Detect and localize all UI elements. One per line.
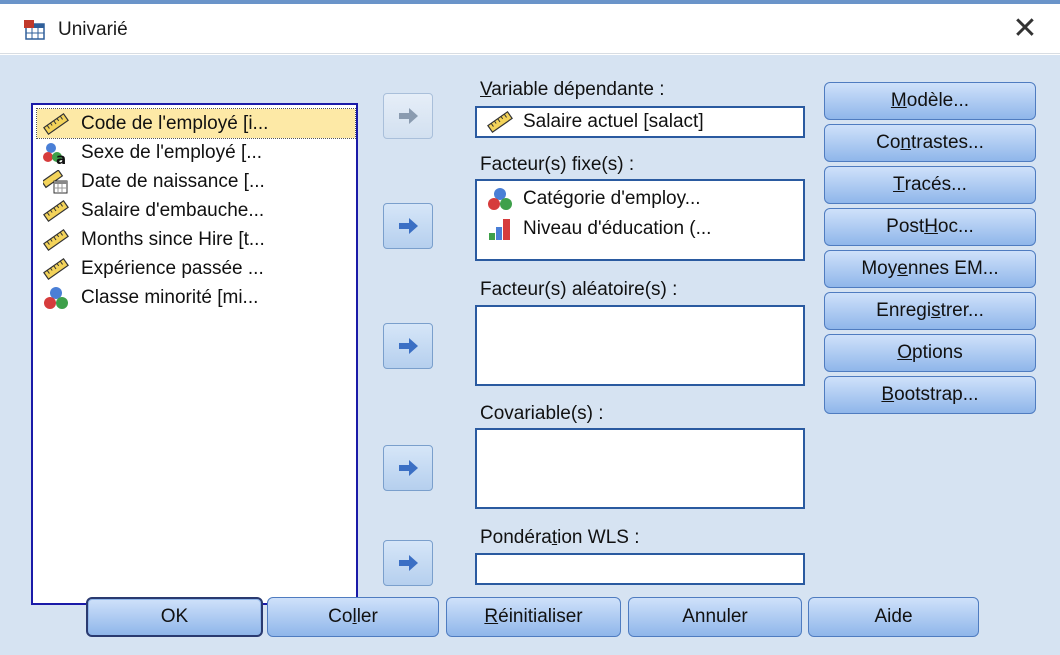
- list-item[interactable]: Code de l'employé [i...: [36, 108, 356, 139]
- list-item[interactable]: Expérience passée ...: [37, 254, 355, 283]
- dependent-variable-field[interactable]: Salaire actuel [salact]: [475, 106, 805, 138]
- dialog-app-icon: [24, 20, 45, 40]
- variable-label: Salaire d'embauche...: [81, 199, 265, 221]
- scale-ruler-icon: [43, 199, 69, 222]
- arrow-right-icon: [399, 555, 418, 571]
- dependent-variable-value: Salaire actuel [salact]: [523, 111, 704, 132]
- scale-ruler-icon: [487, 111, 513, 133]
- variable-label: Months since Hire [t...: [81, 228, 265, 250]
- dialog-title: Univarié: [58, 19, 128, 40]
- list-item[interactable]: Salaire d'embauche...: [37, 196, 355, 225]
- post-hoc-button[interactable]: Post Hoc...: [824, 208, 1036, 246]
- list-item[interactable]: Months since Hire [t...: [37, 225, 355, 254]
- title-bar[interactable]: Univarié ✕: [0, 4, 1060, 54]
- scale-ruler-icon: [43, 257, 69, 280]
- move-to-wls-button[interactable]: [383, 540, 433, 586]
- list-item[interactable]: Date de naissance [...: [37, 167, 355, 196]
- reset-button[interactable]: Réinitialiser: [446, 597, 621, 637]
- source-variable-list[interactable]: Code de l'employé [i... a Sexe de l'empl…: [31, 103, 358, 605]
- list-item[interactable]: Catégorie d'employ...: [483, 185, 701, 213]
- covariates-label: Covariable(s) :: [480, 403, 604, 424]
- em-means-button[interactable]: Moy e nnes EM...: [824, 250, 1036, 288]
- variable-label: Classe minorité [mi...: [81, 286, 259, 308]
- arrow-right-icon: [399, 108, 418, 124]
- factor-label: Niveau d'éducation (...: [523, 218, 712, 239]
- nominal-string-icon: a: [43, 142, 66, 165]
- plots-button[interactable]: Tracés...: [824, 166, 1036, 204]
- move-to-covariates-button[interactable]: [383, 445, 433, 491]
- random-factors-list[interactable]: [475, 305, 805, 386]
- factor-label: Catégorie d'employ...: [523, 188, 701, 209]
- fixed-factors-label: Facteur(s) fixe(s) :: [480, 154, 635, 175]
- svg-text:a: a: [56, 150, 66, 165]
- dialog-body: Code de l'employé [i... a Sexe de l'empl…: [0, 55, 1060, 655]
- variable-label: Date de naissance [...: [81, 170, 265, 192]
- covariates-list[interactable]: [475, 428, 805, 509]
- variable-label: Sexe de l'employé [...: [81, 141, 263, 163]
- move-to-fixed-factors-button[interactable]: [383, 203, 433, 249]
- wls-weight-label: Pondération WLS :: [480, 527, 640, 548]
- close-icon[interactable]: ✕: [1009, 13, 1041, 45]
- variable-label: Expérience passée ...: [81, 257, 264, 279]
- arrow-right-icon: [399, 460, 418, 476]
- list-item[interactable]: Classe minorité [mi...: [37, 283, 355, 312]
- list-item[interactable]: a Sexe de l'employé [...: [37, 138, 355, 167]
- random-factors-label: Facteur(s) aléatoire(s) :: [480, 279, 678, 300]
- cancel-button[interactable]: Annuler: [628, 597, 802, 637]
- ok-button[interactable]: OK: [86, 597, 263, 637]
- options-button[interactable]: Options: [824, 334, 1036, 372]
- move-to-dependent-button[interactable]: [383, 93, 433, 139]
- nominal-icon: [44, 286, 68, 309]
- list-item[interactable]: Niveau d'éducation (...: [483, 215, 711, 243]
- variable-label: Code de l'employé [i...: [81, 112, 269, 134]
- date-scale-icon: [43, 169, 68, 193]
- arrow-right-icon: [399, 338, 418, 354]
- scale-ruler-icon: [43, 112, 69, 135]
- fixed-factors-list[interactable]: Catégorie d'employ... Niveau d'éducation…: [475, 179, 805, 261]
- dependent-variable-label: Variable dépendante :: [480, 79, 665, 100]
- wls-weight-field[interactable]: [475, 553, 805, 585]
- bootstrap-button[interactable]: Bootstrap...: [824, 376, 1036, 414]
- contrasts-button[interactable]: Co n trastes...: [824, 124, 1036, 162]
- list-item[interactable]: Salaire actuel [salact]: [483, 108, 704, 136]
- save-button[interactable]: Enregi s trer...: [824, 292, 1036, 330]
- nominal-icon: [488, 188, 512, 210]
- ordinal-bar-icon: [489, 219, 510, 240]
- arrow-right-icon: [399, 218, 418, 234]
- paste-button[interactable]: Co l ler: [267, 597, 439, 637]
- model-button[interactable]: Modèle...: [824, 82, 1036, 120]
- move-to-random-factors-button[interactable]: [383, 323, 433, 369]
- help-button[interactable]: Aide: [808, 597, 979, 637]
- scale-ruler-icon: [43, 228, 69, 251]
